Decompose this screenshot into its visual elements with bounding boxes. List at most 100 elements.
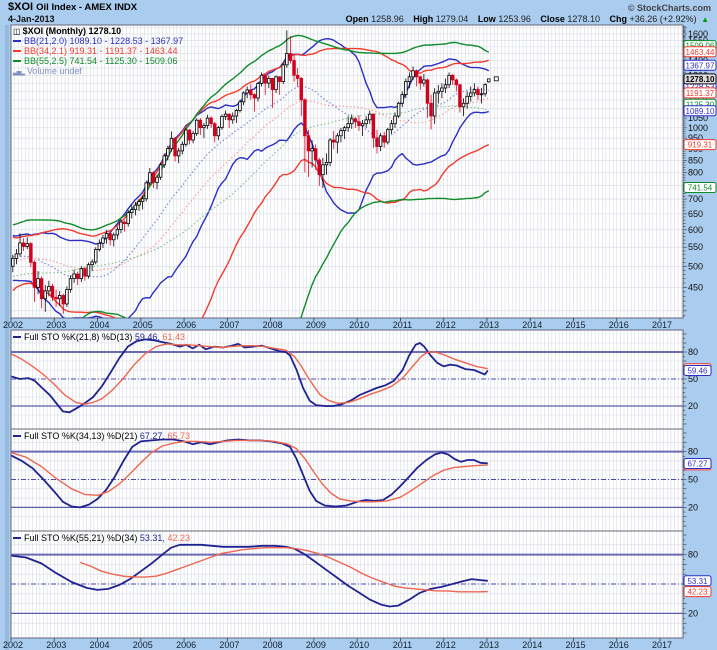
svg-text:2005: 2005	[133, 320, 153, 330]
stoch2-k-value: 67.27,	[140, 431, 165, 441]
svg-text:1000: 1000	[688, 123, 708, 133]
svg-text:67.27: 67.27	[687, 459, 708, 468]
bb21-legend: BB(21,2.0) 1089.10 - 1228.53 - 1367.97	[24, 36, 183, 46]
svg-text:1367.97: 1367.97	[686, 61, 715, 70]
svg-text:450: 450	[688, 282, 703, 292]
svg-text:2005: 2005	[133, 640, 153, 650]
svg-text:600: 600	[688, 225, 703, 235]
svg-text:2002: 2002	[3, 640, 23, 650]
last-price-marker	[494, 77, 498, 81]
quote-line: Open 1258.96 High 1279.04 Low 1253.96 Cl…	[346, 14, 709, 24]
svg-text:80: 80	[688, 550, 698, 560]
volume-legend: Volume undef	[27, 66, 82, 76]
stoch-line-icon	[13, 336, 21, 338]
chart-title: Oil Index - AMEX INDX	[36, 2, 137, 13]
svg-text:2017: 2017	[652, 640, 672, 650]
svg-text:2014: 2014	[522, 320, 542, 330]
svg-text:2011: 2011	[393, 320, 412, 330]
volume-bars-icon: ▃▅▂	[13, 70, 24, 76]
up-triangle-icon: ▲	[701, 15, 709, 24]
svg-text:1600: 1600	[688, 29, 708, 39]
svg-text:2015: 2015	[565, 320, 585, 330]
stockcharts-chart-image: 4505005506006507007508008509009501000105…	[0, 0, 717, 650]
stoch-line-icon	[13, 537, 21, 539]
close-label: Close	[540, 14, 565, 24]
svg-text:1191.37: 1191.37	[686, 89, 715, 98]
chart-header: $XOI Oil Index - AMEX INDX	[8, 1, 137, 13]
svg-text:20: 20	[688, 608, 698, 618]
svg-text:2014: 2014	[522, 640, 542, 650]
chg-label: Chg	[609, 14, 627, 24]
bb21-line-icon	[13, 40, 21, 42]
svg-text:2004: 2004	[90, 640, 110, 650]
svg-text:1463.44: 1463.44	[686, 48, 715, 57]
svg-text:2004: 2004	[90, 320, 110, 330]
open-value: 1258.96	[371, 14, 404, 24]
svg-text:2009: 2009	[306, 320, 326, 330]
svg-text:550: 550	[688, 242, 703, 252]
stoch1-k-value: 59.46,	[135, 332, 160, 342]
svg-text:850: 850	[688, 155, 703, 165]
svg-text:2013: 2013	[479, 320, 499, 330]
svg-text:2011: 2011	[393, 640, 412, 650]
bb34-line-icon	[13, 50, 21, 52]
svg-text:1089.10: 1089.10	[686, 107, 715, 116]
symbol: $XOI	[8, 1, 33, 13]
chart-svg: 4505005506006507007508008509009501000105…	[0, 0, 717, 650]
stoch3-legend: Full STO %K(55,21) %D(34) 53.31, 42.23	[13, 533, 190, 543]
svg-text:1278.10: 1278.10	[686, 75, 715, 84]
high-value: 1279.04	[436, 14, 469, 24]
svg-text:2017: 2017	[652, 320, 672, 330]
svg-text:800: 800	[688, 167, 703, 177]
bb34-legend: BB(34,2.1) 919.31 - 1191.37 - 1463.44	[24, 46, 177, 56]
svg-text:20: 20	[688, 502, 698, 512]
svg-text:80: 80	[688, 447, 698, 457]
svg-text:2008: 2008	[263, 640, 283, 650]
candlestick-icon: ◫	[13, 27, 21, 36]
high-label: High	[413, 14, 433, 24]
svg-text:2007: 2007	[219, 320, 239, 330]
open-label: Open	[346, 14, 369, 24]
svg-text:42.23: 42.23	[687, 588, 708, 597]
chg-value: +36.26 (+2.92%)	[630, 14, 697, 24]
stockcharts-credit: © StockCharts.com	[628, 3, 711, 13]
stoch2-legend: Full STO %K(34,13) %D(21) 67.27, 65.73	[13, 431, 190, 441]
series-label: $XOI (Monthly) 1278.10	[23, 26, 122, 36]
svg-text:919.31: 919.31	[688, 141, 713, 150]
svg-text:2009: 2009	[306, 640, 326, 650]
stoch-line-icon	[13, 435, 21, 437]
svg-text:500: 500	[688, 261, 703, 271]
svg-text:2012: 2012	[436, 320, 456, 330]
svg-text:2012: 2012	[436, 640, 456, 650]
low-value: 1253.96	[498, 14, 531, 24]
svg-text:2006: 2006	[176, 640, 196, 650]
svg-text:2013: 2013	[479, 640, 499, 650]
bb55-legend: BB(55,2.5) 741.54 - 1125.30 - 1509.06	[24, 56, 177, 66]
stoch1-legend: Full STO %K(21,8) %D(13) 59.46, 61.43	[13, 332, 185, 342]
svg-text:2010: 2010	[349, 640, 369, 650]
low-label: Low	[478, 14, 496, 24]
svg-text:2015: 2015	[565, 640, 585, 650]
close-value: 1278.10	[567, 14, 600, 24]
bb55-line-icon	[13, 60, 21, 62]
svg-text:2003: 2003	[46, 320, 66, 330]
stoch-panel-1	[11, 330, 683, 429]
stoch2-d-value: 65.73	[167, 431, 190, 441]
svg-text:2002: 2002	[3, 320, 23, 330]
svg-text:20: 20	[688, 401, 698, 411]
svg-text:2010: 2010	[349, 320, 369, 330]
svg-text:2006: 2006	[176, 320, 196, 330]
svg-text:53.31: 53.31	[687, 577, 708, 586]
main-legend: ◫$XOI (Monthly) 1278.10 BB(21,2.0) 1089.…	[13, 26, 183, 76]
svg-text:2003: 2003	[46, 640, 66, 650]
stoch1-d-value: 61.43	[162, 332, 185, 342]
stoch3-k-value: 53.31,	[140, 533, 165, 543]
stoch3-label: Full STO %K(55,21) %D(34)	[24, 533, 137, 543]
svg-text:2008: 2008	[263, 320, 283, 330]
stoch2-label: Full STO %K(34,13) %D(21)	[24, 431, 137, 441]
svg-text:2016: 2016	[609, 640, 629, 650]
svg-text:2007: 2007	[219, 640, 239, 650]
svg-text:650: 650	[688, 209, 703, 219]
svg-text:741.54: 741.54	[688, 184, 713, 193]
chart-date: 4-Jan-2013	[8, 14, 55, 24]
